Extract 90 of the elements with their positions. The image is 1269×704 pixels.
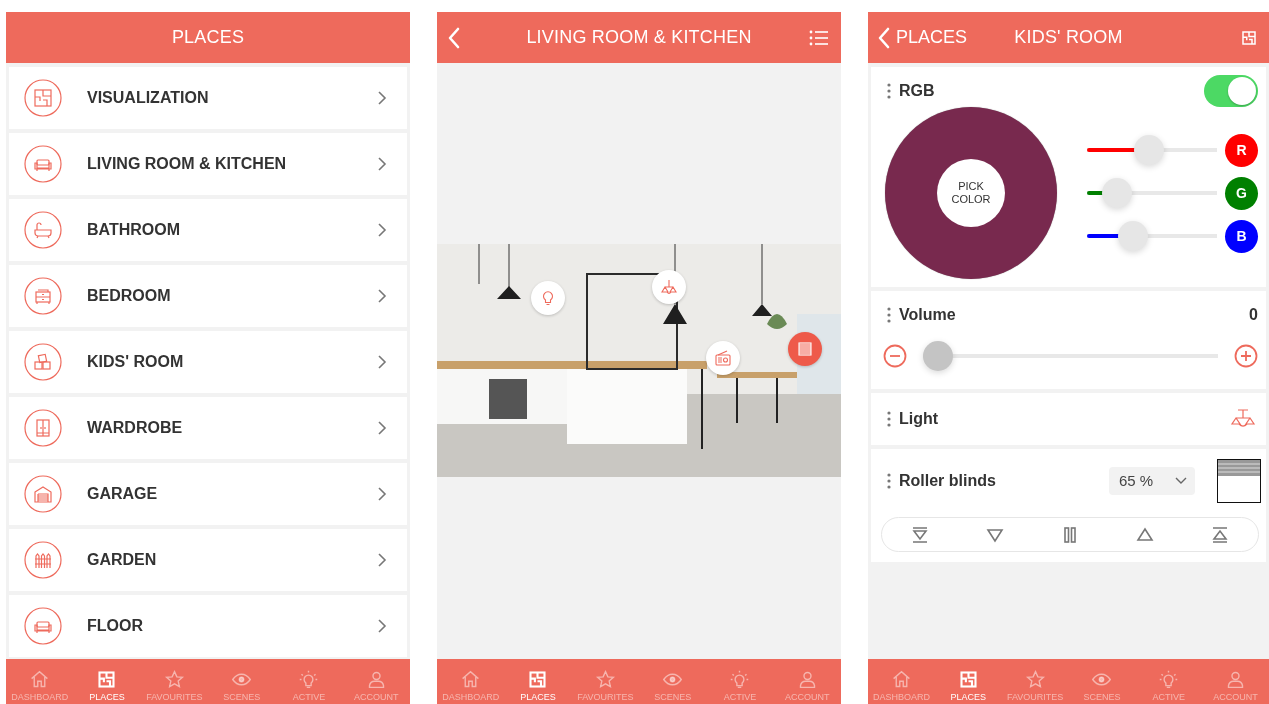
place-list-item[interactable]: GARDEN [9,529,407,591]
screen-title: PLACES [171,26,245,49]
drag-handle-icon[interactable] [887,307,891,323]
chevron-right-icon [377,156,387,172]
star-icon [594,669,616,690]
tab-bar-item[interactable]: PLACES [73,659,141,704]
place-list-item[interactable]: VISUALIZATION [9,67,407,129]
tab-bar-item[interactable]: DASHBOARD [437,659,505,704]
radio-icon [714,349,732,367]
place-list-item[interactable]: BEDROOM [9,265,407,327]
chevron-right-icon [377,420,387,436]
device-name: Roller blinds [899,471,996,491]
back-icon[interactable] [446,25,462,50]
chevron-right-icon [377,552,387,568]
drag-handle-icon[interactable] [887,411,891,427]
place-list-item[interactable]: BATHROOM [9,199,407,261]
star-icon [163,669,185,690]
tab-bar-item[interactable]: SCENES [639,659,707,704]
place-list-item[interactable]: GARAGE [9,463,407,525]
toggle-switch[interactable] [1204,75,1258,107]
tab-bar-item[interactable]: ACCOUNT [773,659,841,704]
back-icon [876,25,892,50]
back-link[interactable]: PLACES [868,24,968,51]
plus-icon[interactable] [1234,344,1258,368]
floorplan-icon[interactable] [1240,28,1258,47]
slider-thumb[interactable] [1101,178,1132,208]
bathtub-icon [24,211,62,249]
chevron-right-icon [377,288,387,304]
drag-handle-icon[interactable] [887,83,891,99]
place-list-item[interactable]: WARDROBE [9,397,407,459]
sofa-icon [24,145,62,183]
tab-bar-item[interactable]: ACTIVE [706,659,774,704]
place-list-item[interactable]: KIDS' ROOM [9,331,407,393]
tab-bar-item[interactable]: DASHBOARD [6,659,74,704]
tab-bar-item[interactable]: PLACES [504,659,572,704]
tab-bar-item[interactable]: PLACES [934,659,1002,704]
screen-title: KIDS' ROOM [1014,26,1123,49]
device-name: Volume [899,305,956,325]
tab-bar-item[interactable]: SCENES [208,659,276,704]
minus-icon[interactable] [883,344,907,368]
device-name: Light [899,409,939,429]
chevron-right-icon [377,618,387,634]
channel-label: B [1225,219,1258,253]
light-bulb-icon [1158,669,1180,690]
slider-thumb[interactable] [1117,221,1148,251]
wardrobe-icon [24,409,62,447]
tab-bar-item[interactable]: ACTIVE [1135,659,1203,704]
chevron-right-icon [377,222,387,238]
place-list-item[interactable]: FLOOR [9,595,407,657]
garage-icon [24,475,62,513]
list-icon[interactable] [809,29,829,46]
tab-bar-item[interactable]: SCENES [1068,659,1136,704]
dresser-icon [24,277,62,315]
volume-value: 0 [1249,305,1258,325]
position-dropdown[interactable]: 65 % [1109,467,1195,495]
tab-bar-item[interactable]: DASHBOARD [868,659,935,704]
floorplan-icon [96,669,118,690]
place-list-item[interactable]: LIVING ROOM & KITCHEN [9,133,407,195]
fence-icon [24,541,62,579]
tab-bar-item[interactable]: ACCOUNT [342,659,410,704]
window-blinds-drawing [1217,459,1261,503]
floorplan-icon [957,669,979,690]
window-blinds-icon [796,340,814,358]
channel-label: G [1225,176,1258,210]
screen-title: LIVING ROOM & KITCHEN [526,26,752,49]
chevron-right-icon [377,486,387,502]
floorplan-icon [24,79,62,117]
chandelier-icon[interactable] [1230,409,1256,429]
slider-thumb[interactable] [923,341,953,371]
channel-label: R [1225,133,1258,167]
slider-thumb[interactable] [1134,135,1165,165]
chevron-down-icon [1175,477,1187,485]
tab-bar-item[interactable]: ACCOUNT [1202,659,1269,704]
chevron-right-icon [377,90,387,106]
drag-handle-icon[interactable] [887,473,891,489]
floorplan-icon [527,669,549,690]
light-bulb-icon [729,669,751,690]
color-wheel[interactable]: PICK COLOR [885,107,1057,279]
chandelier-icon [660,278,678,296]
device-name: RGB [899,81,935,101]
star-icon [1024,669,1046,690]
tab-bar-item[interactable]: FAVOURITES [1001,659,1069,704]
chevron-right-icon [377,354,387,370]
toy-blocks-icon [24,343,62,381]
light-bulb-icon [298,669,320,690]
tab-bar-item[interactable]: FAVOURITES [571,659,639,704]
pick-color-button[interactable]: PICK COLOR [937,159,1005,227]
tab-bar-item[interactable]: FAVOURITES [140,659,208,704]
tab-bar-item[interactable]: ACTIVE [275,659,343,704]
sofa-icon [24,607,62,645]
